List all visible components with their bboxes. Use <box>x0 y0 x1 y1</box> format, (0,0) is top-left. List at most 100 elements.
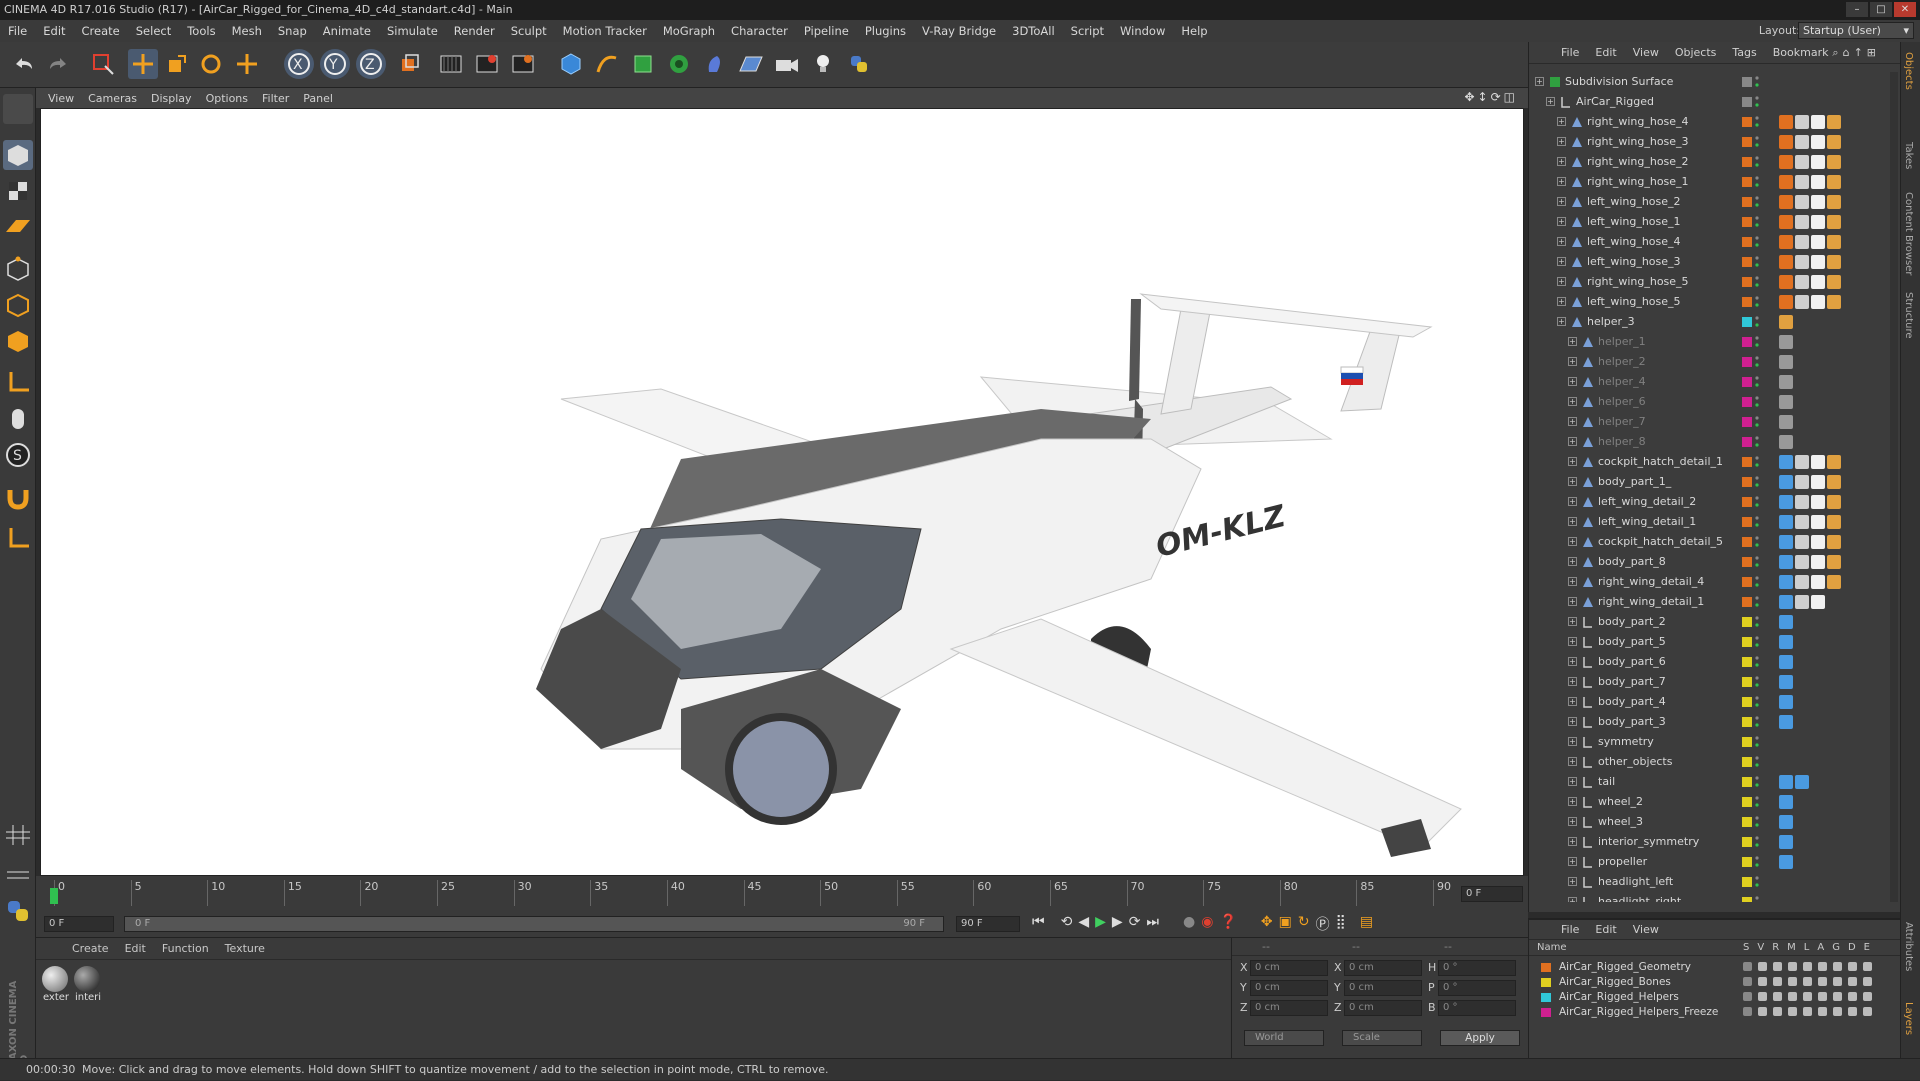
tag-icon[interactable] <box>1779 155 1793 169</box>
expand-toggle-icon[interactable]: + <box>1557 277 1566 286</box>
layer-switch-icon[interactable] <box>1803 962 1812 971</box>
layer-switch-icon[interactable] <box>1803 1007 1812 1016</box>
layer-color-chip[interactable] <box>1742 137 1752 147</box>
expand-toggle-icon[interactable]: + <box>1568 637 1577 646</box>
tag-icon[interactable] <box>1811 175 1825 189</box>
python-icon[interactable] <box>844 49 874 79</box>
object-row[interactable]: + helper_3 <box>1533 312 1893 332</box>
object-row[interactable]: + headlight_left <box>1533 872 1893 892</box>
object-row[interactable]: + AirCar_Rigged <box>1533 92 1893 112</box>
tag-icon[interactable] <box>1779 515 1793 529</box>
viewport-menu-view[interactable]: View <box>44 92 84 105</box>
layer-color-chip[interactable] <box>1742 777 1752 787</box>
tag-icon[interactable] <box>1811 495 1825 509</box>
layer-color-chip[interactable] <box>1742 597 1752 607</box>
object-row[interactable]: + right_wing_hose_1 <box>1533 172 1893 192</box>
tag-icon[interactable] <box>1795 295 1809 309</box>
sculpt-grab-icon[interactable] <box>3 744 33 774</box>
material-menu-create[interactable]: Create <box>64 942 117 955</box>
tag-icon[interactable] <box>1779 395 1793 409</box>
layer-switch-icon[interactable] <box>1758 977 1767 986</box>
expand-toggle-icon[interactable]: + <box>1568 877 1577 886</box>
tag-icon[interactable] <box>1779 575 1793 589</box>
menu-simulate[interactable]: Simulate <box>379 24 446 38</box>
tag-icon[interactable] <box>1779 775 1793 789</box>
visibility-dots-icon[interactable] <box>1755 455 1759 472</box>
tag-icon[interactable] <box>1811 455 1825 469</box>
layer-row[interactable]: AirCar_Rigged_Helpers <box>1529 990 1889 1005</box>
object-row[interactable]: + right_wing_hose_3 <box>1533 132 1893 152</box>
quantize-icon[interactable] <box>3 858 33 888</box>
material-menu-edit[interactable]: Edit <box>117 942 154 955</box>
layer-color-chip[interactable] <box>1742 357 1752 367</box>
visibility-dots-icon[interactable] <box>1755 435 1759 452</box>
layer-switch-icon[interactable] <box>1833 977 1842 986</box>
timeline-window-icon[interactable]: ▤ <box>1360 914 1373 934</box>
visibility-dots-icon[interactable] <box>1755 695 1759 712</box>
close-button[interactable]: ✕ <box>1894 2 1916 17</box>
expand-toggle-icon[interactable]: + <box>1568 517 1577 526</box>
menu-motion-tracker[interactable]: Motion Tracker <box>555 24 655 38</box>
tag-icon[interactable] <box>1827 295 1841 309</box>
timeline-ruler[interactable]: 0 5 10 15 20 25 30 35 40 45 50 55 60 65 70 75 80 85 90 0 F <box>36 876 1528 910</box>
expand-toggle-icon[interactable]: + <box>1568 377 1577 386</box>
magnet-icon[interactable] <box>3 482 33 512</box>
menu-mesh[interactable]: Mesh <box>224 24 270 38</box>
go-to-end-icon[interactable]: ⏭ <box>1146 914 1159 934</box>
visibility-dots-icon[interactable] <box>1755 855 1759 872</box>
visibility-dots-icon[interactable] <box>1755 415 1759 432</box>
object-row[interactable]: + left_wing_detail_1 <box>1533 512 1893 532</box>
tag-icon[interactable] <box>1779 415 1793 429</box>
layer-switch-icon[interactable] <box>1833 1007 1842 1016</box>
scale-tool-icon[interactable] <box>162 49 192 79</box>
tag-icon[interactable] <box>1795 475 1809 489</box>
layer-color-chip[interactable] <box>1742 717 1752 727</box>
object-row[interactable]: + body_part_7 <box>1533 672 1893 692</box>
next-frame-icon[interactable]: ▶ <box>1112 914 1123 934</box>
visibility-dots-icon[interactable] <box>1755 115 1759 132</box>
edges-mode-icon[interactable] <box>3 290 33 320</box>
object-row[interactable]: + Subdivision Surface <box>1533 72 1893 92</box>
point-level-icon[interactable]: ⣿ <box>1336 914 1346 934</box>
layer-color-chip[interactable] <box>1541 978 1551 987</box>
visibility-dots-icon[interactable] <box>1755 95 1759 112</box>
object-row[interactable]: + body_part_5 <box>1533 632 1893 652</box>
expand-toggle-icon[interactable]: + <box>1568 797 1577 806</box>
menu-pipeline[interactable]: Pipeline <box>796 24 857 38</box>
tweak-mode-icon[interactable] <box>3 404 33 434</box>
tag-icon[interactable] <box>1795 135 1809 149</box>
layer-switch-icon[interactable] <box>1743 992 1752 1001</box>
visibility-dots-icon[interactable] <box>1755 475 1759 492</box>
layer-color-chip[interactable] <box>1742 857 1752 867</box>
layer-menu-file[interactable]: File <box>1553 923 1587 936</box>
expand-toggle-icon[interactable]: + <box>1568 617 1577 626</box>
expand-toggle-icon[interactable]: + <box>1568 577 1577 586</box>
expand-toggle-icon[interactable]: + <box>1557 257 1566 266</box>
visibility-dots-icon[interactable] <box>1755 615 1759 632</box>
tag-icon[interactable] <box>1795 575 1809 589</box>
layer-color-chip[interactable] <box>1742 617 1752 627</box>
tag-icon[interactable] <box>1811 195 1825 209</box>
tag-icon[interactable] <box>1779 195 1793 209</box>
points-mode-icon[interactable] <box>3 254 33 284</box>
expand-toggle-icon[interactable]: + <box>1568 717 1577 726</box>
render-to-picture-viewer-icon[interactable] <box>472 49 502 79</box>
previous-frame-icon[interactable]: ◀ <box>1078 914 1089 934</box>
tag-icon[interactable] <box>1795 215 1809 229</box>
tag-icon[interactable] <box>1811 155 1825 169</box>
visibility-dots-icon[interactable] <box>1755 575 1759 592</box>
tag-icon[interactable] <box>1795 155 1809 169</box>
object-row[interactable]: + body_part_3 <box>1533 712 1893 732</box>
object-row[interactable]: + cockpit_hatch_detail_5 <box>1533 532 1893 552</box>
object-row[interactable]: + right_wing_detail_4 <box>1533 572 1893 592</box>
layer-switch-icon[interactable] <box>1743 1007 1752 1016</box>
coord-value-field[interactable]: 0 cm <box>1250 980 1328 996</box>
object-row[interactable]: + left_wing_hose_3 <box>1533 252 1893 272</box>
layer-color-chip[interactable] <box>1742 177 1752 187</box>
viewport-menu-options[interactable]: Options <box>202 92 258 105</box>
snap-icon[interactable]: S <box>3 440 33 470</box>
minimize-button[interactable]: – <box>1846 2 1868 17</box>
object-row[interactable]: + body_part_4 <box>1533 692 1893 712</box>
texture-mode-icon[interactable] <box>3 176 33 206</box>
tag-icon[interactable] <box>1827 115 1841 129</box>
